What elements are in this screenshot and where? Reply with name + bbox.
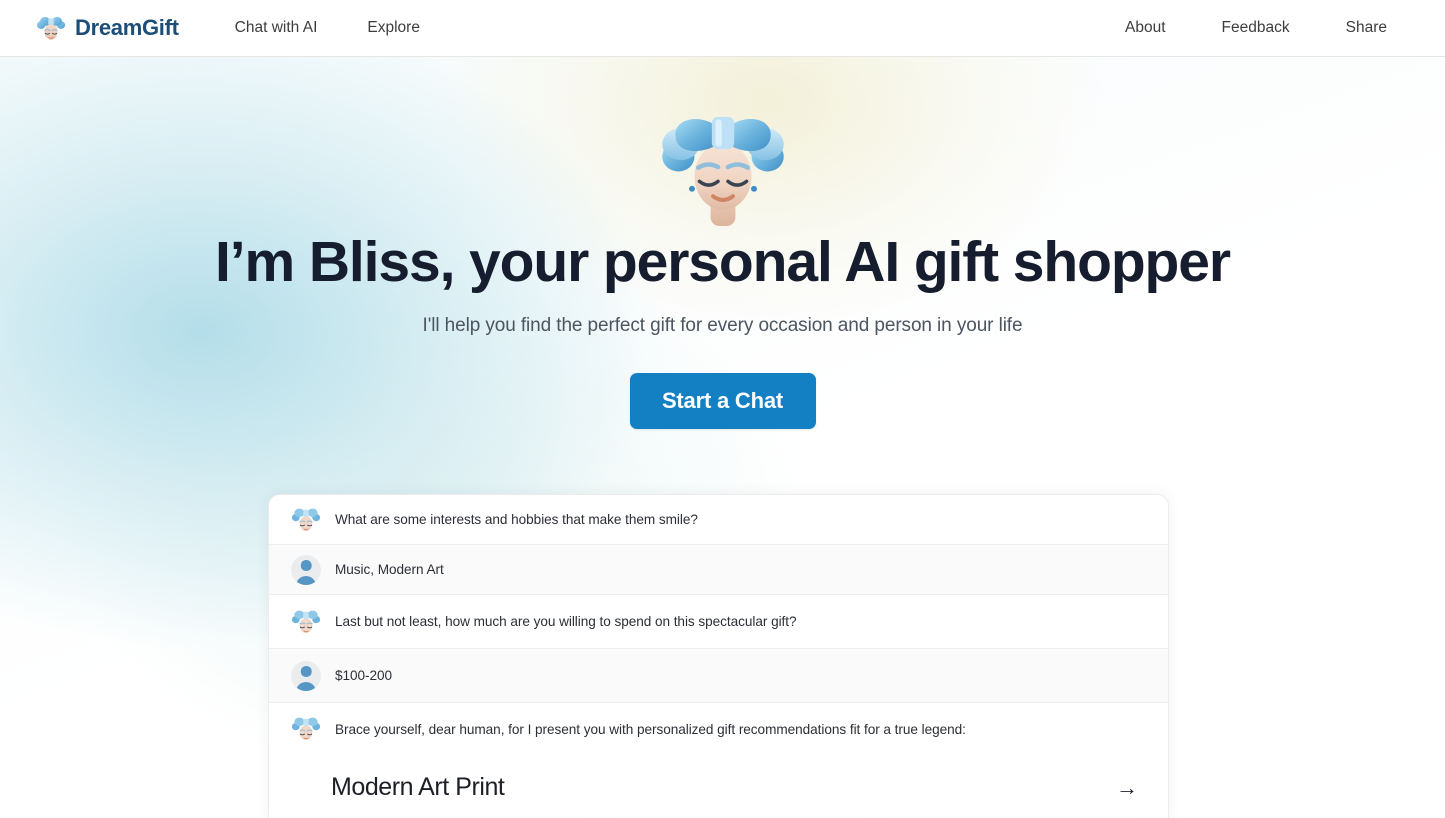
chat-message-row: What are some interests and hobbies that… — [269, 495, 1168, 545]
recommendation-header: Modern Art Print → — [269, 755, 1168, 810]
hero-avatar — [659, 102, 787, 226]
nav-link-share[interactable]: Share — [1332, 13, 1401, 43]
recommendation-card-list — [269, 810, 1168, 818]
nav-link-feedback[interactable]: Feedback — [1208, 13, 1304, 43]
chat-message-text: Brace yourself, dear human, for I presen… — [335, 721, 966, 737]
arrow-right-icon[interactable]: → — [1110, 775, 1144, 801]
bliss-avatar-icon — [291, 714, 321, 744]
user-avatar-icon — [291, 554, 321, 585]
chat-message-row: $100-200 — [269, 649, 1168, 703]
start-a-chat-button[interactable]: Start a Chat — [629, 373, 816, 429]
chat-preview-panel: What are some interests and hobbies that… — [268, 494, 1169, 818]
cta-container: Start a Chat — [0, 373, 1445, 429]
navbar-right-group: About Feedback Share — [1083, 13, 1445, 43]
nav-link-chat-with-ai[interactable]: Chat with AI — [221, 13, 332, 43]
hero-subtitle: I'll help you find the perfect gift for … — [422, 315, 1023, 336]
bliss-avatar-icon — [661, 116, 784, 226]
brand-name: DreamGift — [75, 15, 179, 40]
top-navbar: DreamGift Chat with AI Explore About Fee… — [0, 0, 1445, 57]
bliss-avatar-icon — [36, 13, 66, 43]
page-root: DreamGift Chat with AI Explore About Fee… — [0, 0, 1445, 818]
page-title: I’m Bliss, your personal AI gift shopper — [215, 230, 1231, 294]
user-avatar-icon — [291, 660, 321, 691]
brand-logo[interactable]: DreamGift — [36, 13, 179, 43]
chat-message-row: Last but not least, how much are you wil… — [269, 595, 1168, 649]
chat-message-row: Music, Modern Art — [269, 545, 1168, 595]
recommendation-title: Modern Art Print — [331, 773, 505, 801]
nav-link-explore[interactable]: Explore — [353, 13, 434, 43]
chat-message-row: Brace yourself, dear human, for I presen… — [269, 703, 1168, 755]
navbar-left-group: DreamGift Chat with AI Explore — [0, 13, 456, 43]
chat-message-text: What are some interests and hobbies that… — [335, 512, 698, 527]
bliss-avatar-icon — [291, 505, 321, 535]
chat-message-text: $100-200 — [335, 668, 393, 683]
chat-message-text: Music, Modern Art — [335, 562, 444, 577]
bliss-avatar-icon — [291, 607, 321, 637]
chat-message-text: Last but not least, how much are you wil… — [335, 614, 797, 629]
nav-link-about[interactable]: About — [1111, 13, 1180, 43]
hero-section: I’m Bliss, your personal AI gift shopper… — [0, 57, 1445, 818]
